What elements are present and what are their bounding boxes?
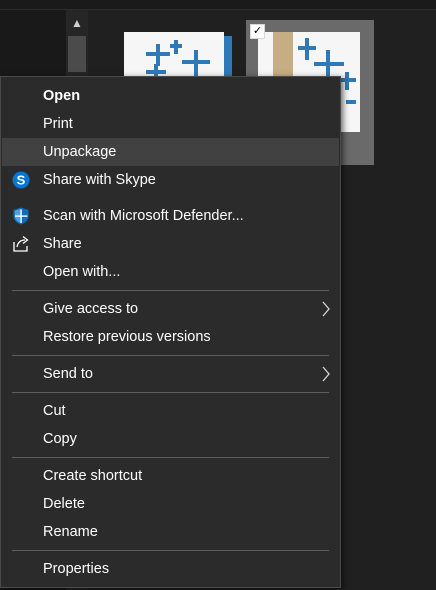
menu-item-rename[interactable]: Rename [2,518,339,546]
menu-separator [12,457,329,458]
menu-item-scan-with-defender[interactable]: Scan with Microsoft Defender... [2,202,339,230]
menu-item-print[interactable]: Print [2,110,339,138]
menu-item-restore-previous-versions[interactable]: Restore previous versions [2,323,339,351]
skype-icon: S [12,171,30,189]
selection-checkbox[interactable]: ✓ [250,24,265,39]
menu-item-properties[interactable]: Properties [2,555,339,583]
menu-item-open-with[interactable]: Open with... [2,258,339,286]
file-thumbnail-edge [224,36,232,76]
menu-item-share[interactable]: Share [2,230,339,258]
menu-separator [12,392,329,393]
menu-separator [12,550,329,551]
chevron-right-icon [322,366,330,382]
tableau-logo-icon [146,40,210,80]
menu-item-give-access-to[interactable]: Give access to [2,295,339,323]
chevron-right-icon [322,301,330,317]
menu-item-cut[interactable]: Cut [2,397,339,425]
file-thumbnail[interactable] [124,32,224,80]
window-top-strip [0,0,436,10]
menu-item-create-shortcut[interactable]: Create shortcut [2,462,339,490]
context-menu: Open Print Unpackage S Share with Skype … [0,76,341,588]
share-icon [13,235,29,252]
defender-shield-icon [13,207,29,225]
menu-separator [12,355,329,356]
scroll-up-arrow-icon[interactable]: ▲ [66,12,88,34]
scrollbar-thumb[interactable] [68,36,86,72]
menu-item-copy[interactable]: Copy [2,425,339,453]
menu-item-share-with-skype[interactable]: S Share with Skype [2,166,339,194]
menu-item-delete[interactable]: Delete [2,490,339,518]
menu-item-send-to[interactable]: Send to [2,360,339,388]
svg-text:S: S [17,173,26,188]
menu-separator [12,290,329,291]
menu-item-unpackage[interactable]: Unpackage [2,138,339,166]
menu-item-open[interactable]: Open [2,82,339,110]
